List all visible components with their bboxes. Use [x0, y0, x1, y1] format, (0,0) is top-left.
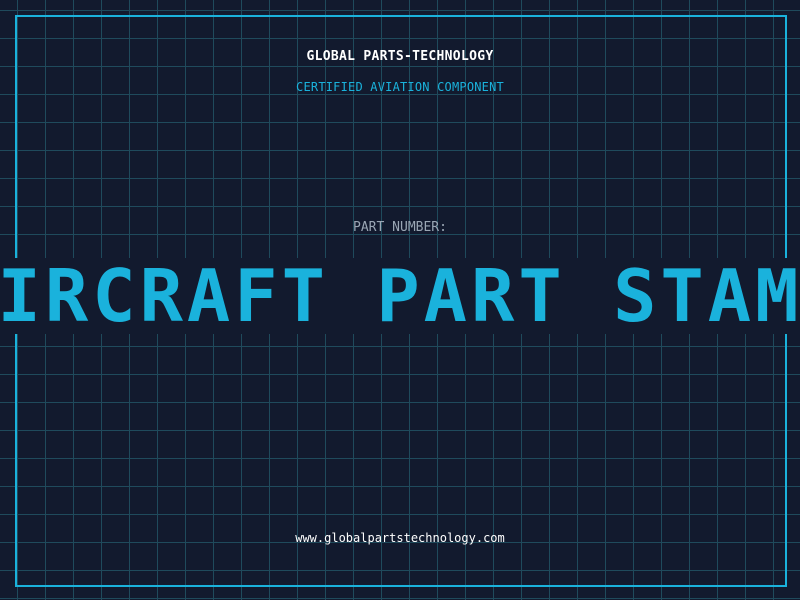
headline-text: AIRCRAFT PART STAMP: [0, 258, 800, 334]
stamp-canvas: GLOBAL PARTS-TECHNOLOGY CERTIFIED AVIATI…: [0, 0, 800, 600]
certification-subtitle: CERTIFIED AVIATION COMPONENT: [296, 80, 504, 94]
part-number-label: PART NUMBER:: [353, 220, 447, 235]
headline-band: AIRCRAFT PART STAMP: [0, 258, 800, 334]
company-name: GLOBAL PARTS-TECHNOLOGY: [306, 49, 494, 64]
website-url: www.globalpartstechnology.com: [295, 531, 505, 545]
